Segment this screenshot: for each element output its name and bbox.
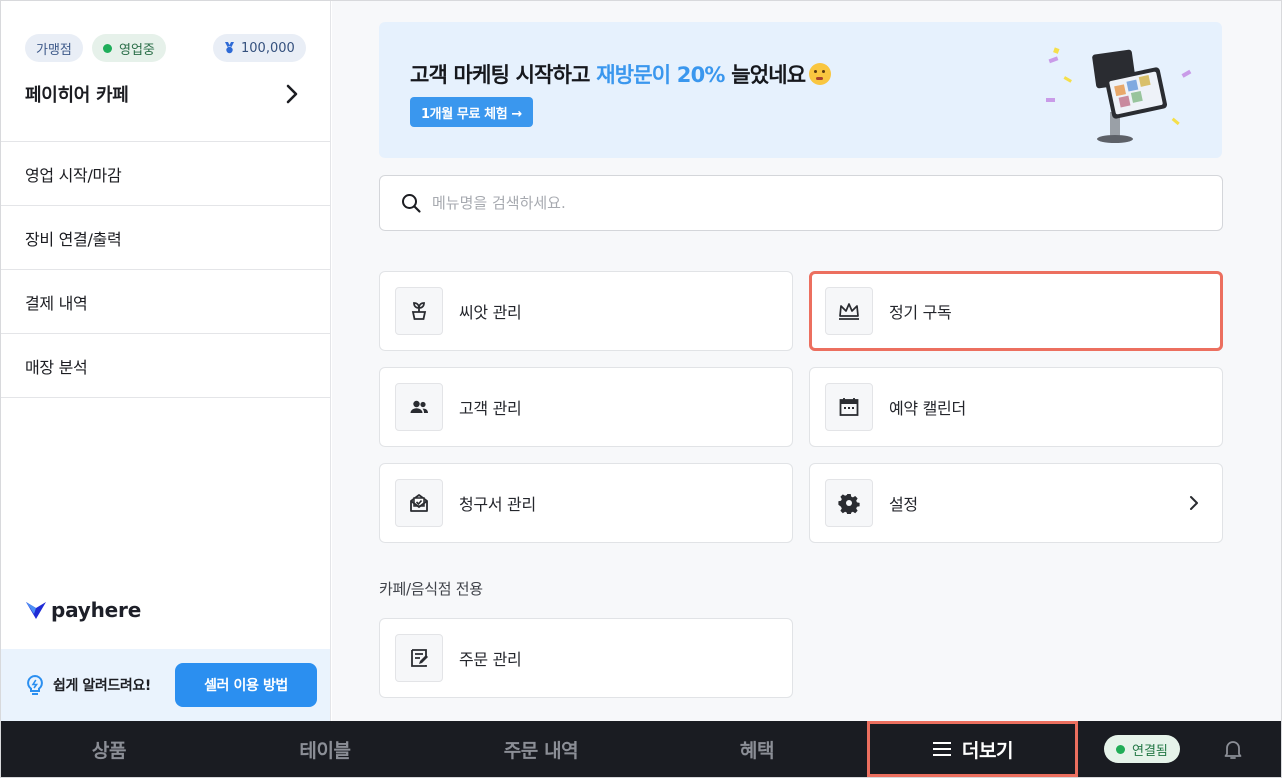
- payhere-logo-icon: [26, 602, 46, 619]
- menu-card-invoice[interactable]: 청구서 관리: [379, 463, 793, 543]
- sidebar-item-label: 장비 연결/출력: [25, 229, 122, 249]
- menu-card-label: 주문 관리: [459, 650, 522, 669]
- menu-card-seed[interactable]: 씨앗 관리: [379, 271, 793, 351]
- menu-card-label: 설정: [889, 495, 918, 514]
- menu-card-label: 정기 구독: [889, 303, 952, 322]
- people-icon: [395, 383, 443, 431]
- menu-card-reservation[interactable]: 예약 캘린더: [809, 367, 1223, 447]
- tab-more-label: 더보기: [961, 739, 1014, 762]
- sidebar-item-label: 영업 시작/마감: [25, 165, 122, 185]
- open-status-label: 영업중: [119, 42, 155, 58]
- edit-note-icon: [395, 634, 443, 682]
- payhere-logo: payhere: [25, 598, 141, 622]
- menu-card-subscription[interactable]: 정기 구독: [809, 271, 1223, 351]
- points-value: 100,000: [241, 40, 295, 56]
- store-header[interactable]: 가맹점 영업중 100,000 페이히어 카페: [1, 1, 330, 142]
- pos-terminal-illustration: [1046, 47, 1192, 143]
- lightbulb-icon: [27, 674, 43, 695]
- bottom-nav: 상품 테이블 주문 내역 혜택 더보기 연결됨: [1, 721, 1281, 777]
- bell-icon[interactable]: [1221, 737, 1245, 761]
- sidebar-item-store-analytics[interactable]: 매장 분석: [1, 334, 330, 398]
- menu-card-label: 씨앗 관리: [459, 303, 522, 322]
- banner-title-suffix: 늘었네요: [724, 63, 806, 87]
- sidebar: 가맹점 영업중 100,000 페이히어 카페 영업 시작/마감 장비 연결/출…: [1, 1, 331, 721]
- section-label-cafe: 카페/음식점 전용: [379, 580, 483, 598]
- help-bar: 쉽게 알려드려요! 셀러 이용 방법: [1, 649, 330, 721]
- tab-more[interactable]: 더보기: [867, 721, 1078, 777]
- status-dot-icon: [103, 43, 112, 53]
- calendar-icon: [825, 383, 873, 431]
- menu-card-label: 고객 관리: [459, 399, 522, 418]
- crown-icon: [825, 287, 873, 335]
- chevron-right-icon[interactable]: [281, 83, 303, 105]
- seller-guide-button[interactable]: 셀러 이용 방법: [175, 663, 317, 707]
- medal-icon: [225, 42, 234, 54]
- status-dot-icon: [1116, 744, 1125, 754]
- open-status-badge: 영업중: [92, 34, 166, 62]
- banner-title-highlight: 재방문이 20%: [596, 63, 725, 87]
- connection-status-label: 연결됨: [1132, 743, 1168, 759]
- chevron-right-icon: [1190, 496, 1198, 510]
- points-badge[interactable]: 100,000: [213, 34, 306, 62]
- gear-icon: [825, 479, 873, 527]
- logo-text: payhere: [51, 598, 142, 622]
- tab-tables[interactable]: 테이블: [217, 721, 433, 777]
- banner-title: 고객 마케팅 시작하고 재방문이 20% 늘었네요: [410, 59, 832, 89]
- mail-check-icon: [395, 479, 443, 527]
- tab-order-history[interactable]: 주문 내역: [433, 721, 649, 777]
- search-icon: [402, 194, 421, 213]
- sidebar-item-device-connection[interactable]: 장비 연결/출력: [1, 206, 330, 270]
- menu-icon: [932, 742, 951, 756]
- sidebar-item-label: 결제 내역: [25, 293, 88, 313]
- sidebar-item-label: 매장 분석: [25, 357, 88, 377]
- sprout-icon: [395, 287, 443, 335]
- banner-title-prefix: 고객 마케팅 시작하고: [410, 63, 597, 87]
- help-text: 쉽게 알려드려요!: [53, 678, 151, 694]
- tab-products[interactable]: 상품: [1, 721, 217, 777]
- store-name: 페이히어 카페: [25, 85, 129, 106]
- main-content: 고객 마케팅 시작하고 재방문이 20% 늘었네요 1개월 무료 체험 → 씨앗: [332, 1, 1281, 721]
- menu-card-customers[interactable]: 고객 관리: [379, 367, 793, 447]
- connection-status-badge: 연결됨: [1104, 735, 1180, 763]
- marketing-banner[interactable]: 고객 마케팅 시작하고 재방문이 20% 늘었네요 1개월 무료 체험 →: [379, 22, 1222, 158]
- menu-card-label: 예약 캘린더: [889, 399, 966, 418]
- menu-card-settings[interactable]: 설정: [809, 463, 1223, 543]
- menu-search-box[interactable]: [379, 175, 1223, 231]
- shushing-face-icon: [809, 63, 832, 85]
- search-input[interactable]: [432, 194, 1192, 212]
- menu-card-orders[interactable]: 주문 관리: [379, 618, 793, 698]
- free-trial-button[interactable]: 1개월 무료 체험 →: [410, 97, 533, 127]
- tab-benefits[interactable]: 혜택: [649, 721, 865, 777]
- menu-card-label: 청구서 관리: [459, 495, 536, 514]
- sidebar-item-business-open-close[interactable]: 영업 시작/마감: [1, 142, 330, 206]
- sidebar-item-payment-history[interactable]: 결제 내역: [1, 270, 330, 334]
- franchise-badge: 가맹점: [25, 34, 83, 62]
